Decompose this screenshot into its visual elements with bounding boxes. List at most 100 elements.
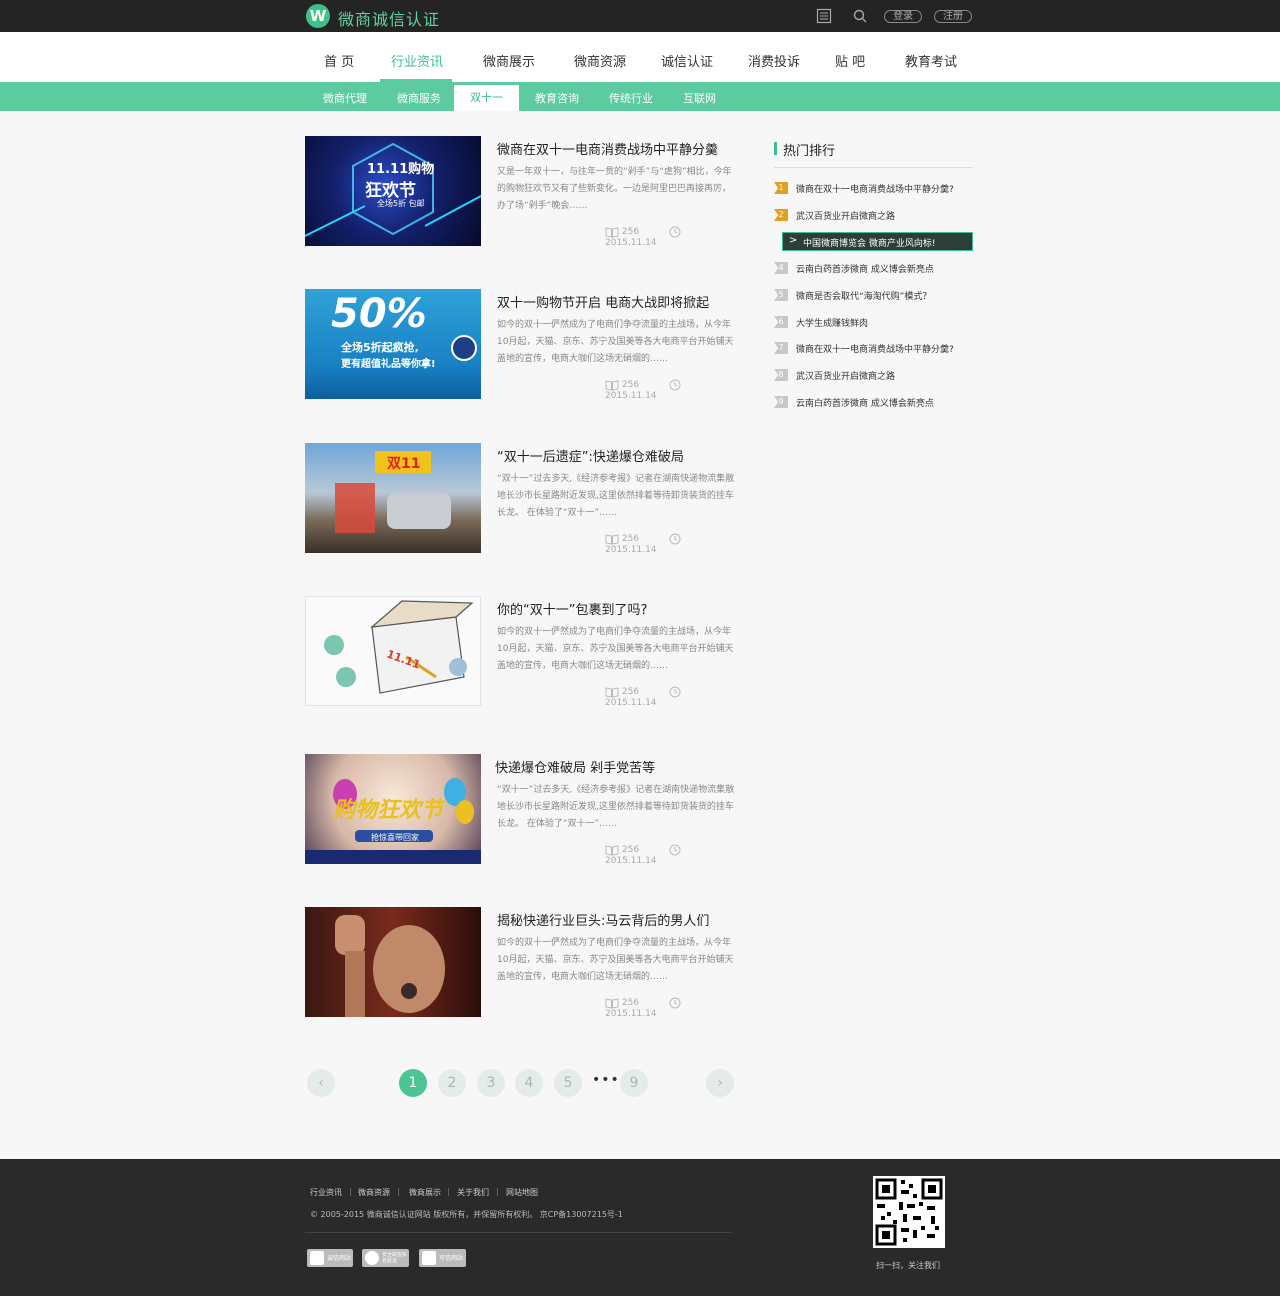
nav-home[interactable]: 首 页 (324, 51, 354, 70)
ranking-item[interactable]: 8 武汉百货业开启微商之路 (774, 366, 973, 384)
subnav-agent[interactable]: 微商代理 (323, 90, 367, 106)
article-title[interactable]: 你的“双十一”包裹到了吗? (497, 599, 647, 618)
chevron-right-icon: > (789, 235, 798, 246)
ranking-item[interactable]: 2 武汉百货业开启微商之路 (774, 206, 973, 224)
subnav-traditional[interactable]: 传统行业 (609, 90, 653, 106)
thumbnail-text-big: 购物狂欢节 (333, 798, 444, 823)
article-meta: 256 2015.11.14 (605, 226, 735, 249)
badge-label: 安全联盟实名验证 (382, 1252, 408, 1264)
article-thumbnail[interactable]: 双11 (305, 443, 481, 553)
subnav-double-eleven[interactable]: 双十一 (454, 85, 519, 111)
page-9[interactable]: 9 (620, 1069, 648, 1097)
article-title[interactable]: 揭秘快递行业巨头:马云背后的男人们 (497, 910, 709, 929)
clock-icon (669, 686, 681, 698)
footer-link-showcase[interactable]: 微商展示 (409, 1187, 441, 1198)
footer-link-about[interactable]: 关于我们 (457, 1187, 489, 1198)
article-title[interactable]: 双十一购物节开启 电商大战即将掀起 (497, 292, 709, 311)
logo-icon[interactable]: W (306, 4, 330, 28)
article-thumbnail[interactable]: 11.11 (305, 596, 481, 706)
prev-page-button[interactable]: ‹ (307, 1069, 335, 1097)
article-thumbnail[interactable]: 50% 全场5折起疯抢, 更有超值礼品等你拿! (305, 289, 481, 399)
nav-complaints[interactable]: 消费投诉 (748, 51, 800, 70)
article-item[interactable]: 揭秘快递行业巨头:马云背后的男人们 如今的双十一俨然成为了电商们争夺流量的主战场… (305, 907, 735, 1019)
article-item[interactable]: 50% 全场5折起疯抢, 更有超值礼品等你拿! 双十一购物节开启 电商大战即将掀… (305, 289, 735, 401)
subnav-service[interactable]: 微商服务 (397, 90, 441, 106)
views-book-icon (605, 997, 619, 1009)
article-meta: 256 2015.11.14 (605, 686, 735, 709)
article-thumbnail[interactable]: 11.11购物 狂欢节 全场5折 包邮 (305, 136, 481, 246)
article-thumbnail[interactable] (305, 907, 481, 1017)
badge-label: 诚信网站 (327, 1255, 352, 1262)
article-item[interactable]: 购物狂欢节 抢惊喜带回家 快递爆仓难破局 剁手党苦等 “双十一”过去多天,《经济… (305, 754, 735, 866)
badge-icon (310, 1251, 324, 1265)
page-4[interactable]: 4 (515, 1069, 543, 1097)
thumbnail-text-big: 双11 (387, 456, 421, 472)
next-page-button[interactable]: › (706, 1069, 734, 1097)
badge-security-alliance[interactable]: 安全联盟实名验证 (362, 1249, 409, 1267)
article-item[interactable]: 11.11购物 狂欢节 全场5折 包邮 微商在双十一电商消费战场中平静分羹 又是… (305, 136, 735, 248)
article-title[interactable]: “双十一后遗症”:快递爆仓难破局 (497, 446, 684, 465)
nav-resources[interactable]: 微商资源 (574, 51, 626, 70)
subnav-internet[interactable]: 互联网 (683, 90, 716, 106)
page-1[interactable]: 1 (399, 1069, 427, 1097)
article-title[interactable]: 微商在双十一电商消费战场中平静分羹 (497, 139, 718, 158)
login-button[interactable]: 登录 (884, 10, 922, 23)
nav-education[interactable]: 教育考试 (905, 51, 957, 70)
article-date: 2015.11.14 (605, 545, 657, 555)
qr-code (873, 1176, 945, 1248)
article-date: 2015.11.14 (605, 698, 657, 708)
search-icon[interactable] (852, 8, 868, 24)
footer-link-news[interactable]: 行业资讯 (310, 1187, 342, 1198)
thumbnail-badge (451, 335, 477, 361)
article-excerpt: “双十一”过去多天,《经济参考报》记者在湖南快递物流集散地长沙市长星路附近发现,… (497, 785, 735, 829)
nav-industry-news[interactable]: 行业资讯 (391, 51, 443, 70)
nav-certification[interactable]: 诚信认证 (661, 51, 713, 70)
rank-text: 武汉百货业开启微商之路 (796, 372, 896, 382)
subnav-education[interactable]: 教育咨询 (535, 90, 579, 106)
site-name[interactable]: 微商诚信认证 (338, 6, 440, 30)
rank-number: 1 (774, 182, 788, 194)
page-5[interactable]: 5 (554, 1069, 582, 1097)
badge-icon (422, 1251, 436, 1265)
ranking-item[interactable]: 9 云南白药首涉微商 成义博会新亮点 (774, 393, 973, 411)
badge-trusted-site[interactable]: 诚信网站 (307, 1249, 353, 1267)
footer-link-resources[interactable]: 微商资源 (358, 1187, 390, 1198)
article-item[interactable]: 双11 “双十一后遗症”:快递爆仓难破局 “双十一”过去多天,《经济参考报》记者… (305, 443, 735, 555)
footer-link-sitemap[interactable]: 网站地图 (506, 1187, 538, 1198)
ranking-item[interactable]: 1 微商在双十一电商消费战场中平静分羹? (774, 179, 973, 197)
sub-nav: 微商代理 微商服务 双十一 教育咨询 传统行业 互联网 (0, 82, 1280, 111)
sidebar-divider (774, 167, 973, 168)
badge-credible-site[interactable]: 可信网站 (419, 1249, 466, 1267)
clock-icon (669, 997, 681, 1009)
article-views: 256 (621, 227, 640, 237)
ranking-item[interactable]: 6 大学生成赚钱鲜肉 (774, 313, 973, 331)
views-book-icon (605, 686, 619, 698)
nav-showcase[interactable]: 微商展示 (483, 51, 535, 70)
rank-text: 微商在双十一电商消费战场中平静分羹? (796, 345, 954, 355)
thumbnail-decoration (335, 915, 445, 1017)
ranking-item-highlighted[interactable]: > 中国微商博览会 微商产业风向标! (782, 232, 973, 251)
article-title[interactable]: 快递爆仓难破局 剁手党苦等 (495, 757, 655, 776)
article-excerpt: 如今的双十一俨然成为了电商们争夺流量的主战场，从今年10月起，天猫、京东、苏宁及… (497, 627, 734, 671)
ranking-item[interactable]: 7 微商在双十一电商消费战场中平静分羹? (774, 339, 973, 357)
top-bar: W 微商诚信认证 登录 注册 (0, 0, 1280, 32)
page-3[interactable]: 3 (477, 1069, 505, 1097)
page-2[interactable]: 2 (438, 1069, 466, 1097)
rank-number: 2 (774, 209, 788, 221)
ranking-item[interactable]: 5 微商是否会取代“海淘代购”模式？ (774, 286, 973, 304)
rank-text: 云南白药首涉微商 成义博会新亮点 (796, 399, 934, 409)
article-excerpt: 又是一年双十一，与往年一贯的“剁手”与“虐狗”相比，今年的购物狂欢节又有了些新变… (497, 167, 732, 211)
rank-number: 5 (774, 289, 788, 301)
clock-icon (669, 533, 681, 545)
footer-divider (305, 1232, 732, 1233)
ranking-item[interactable]: 4 云南白药首涉微商 成义博会新亮点 (774, 259, 973, 277)
badge-label: 可信网站 (439, 1255, 464, 1262)
article-date: 2015.11.14 (605, 391, 657, 401)
nav-forum[interactable]: 贴 吧 (835, 51, 865, 70)
clock-icon (669, 379, 681, 391)
rank-text: 云南白药首涉微商 成义博会新亮点 (796, 265, 934, 275)
register-button[interactable]: 注册 (934, 10, 972, 23)
news-icon[interactable] (816, 8, 832, 24)
article-thumbnail[interactable]: 购物狂欢节 抢惊喜带回家 (305, 754, 481, 864)
article-item[interactable]: 11.11 你的“双十一”包裹到了吗? 如今的双十一俨然成为了电商们争夺流量的主… (305, 596, 735, 708)
